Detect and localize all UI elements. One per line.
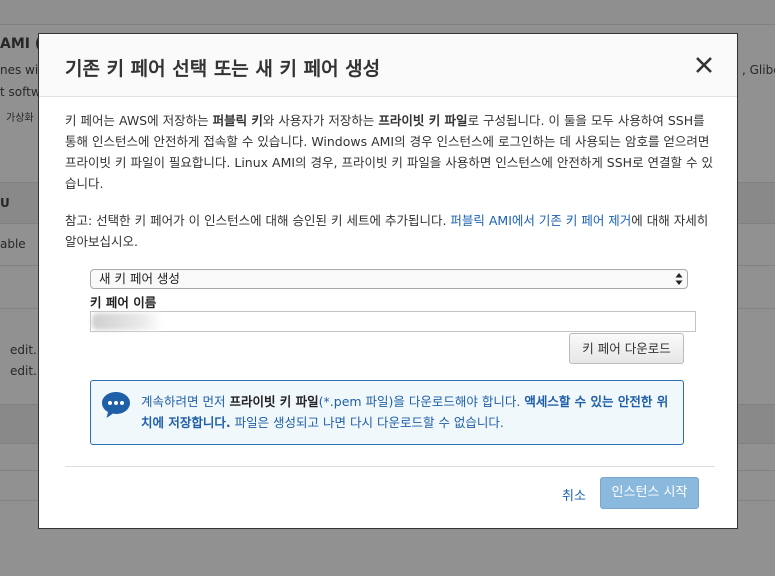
key-pair-name-input[interactable] <box>90 311 696 332</box>
bold-text: 프라이빗 키 파일 <box>229 394 319 409</box>
select-value: 새 키 페어 생성 <box>99 271 180 286</box>
key-pair-option-select[interactable]: 새 키 페어 생성 <box>90 269 688 289</box>
intro-paragraph: 키 페어는 AWS에 저장하는 퍼블릭 키와 사용자가 저장하는 프라이빗 키 … <box>65 110 715 194</box>
text: 키 페어는 AWS에 저장하는 <box>65 113 213 128</box>
close-button[interactable] <box>693 54 715 76</box>
note-paragraph: 참고: 선택한 키 페어가 이 인스턴스에 대해 승인된 키 세트에 추가됩니다… <box>65 210 715 252</box>
close-icon <box>696 57 712 73</box>
text: 와 사용자가 저장하는 <box>262 113 379 128</box>
modal-title: 기존 키 페어 선택 또는 새 키 페어 생성 <box>65 58 381 80</box>
key-pair-modal: 기존 키 페어 선택 또는 새 키 페어 생성 키 페어는 AWS에 저장하는 … <box>38 33 738 529</box>
footer-divider <box>65 466 715 467</box>
redacted-value <box>92 313 162 330</box>
remove-key-pair-link[interactable]: 퍼블릭 AMI에서 기존 키 페어 제거 <box>450 213 631 228</box>
download-key-pair-button[interactable]: 키 페어 다운로드 <box>569 333 684 364</box>
text: (*.pem 파일)을 다운로드해야 합니다. <box>318 394 525 409</box>
text: 계속하려면 먼저 <box>141 394 230 409</box>
bold-text: 퍼블릭 키 <box>212 113 263 128</box>
text: 참고: 선택한 키 페어가 이 인스턴스에 대해 승인된 키 세트에 추가됩니다… <box>65 213 451 228</box>
info-alert: 계속하려면 먼저 프라이빗 키 파일(*.pem 파일)을 다운로드해야 합니다… <box>90 380 684 445</box>
launch-instance-button[interactable]: 인스턴스 시작 <box>600 477 699 509</box>
info-text: 계속하려면 먼저 프라이빗 키 파일(*.pem 파일)을 다운로드해야 합니다… <box>141 391 676 433</box>
bold-text: 프라이빗 키 파일 <box>378 113 468 128</box>
text: 파일은 생성되고 나면 다시 다운로드할 수 없습니다. <box>230 415 504 430</box>
cancel-link[interactable]: 취소 <box>562 485 586 504</box>
key-pair-name-label: 키 페어 이름 <box>90 295 157 310</box>
modal-header: 기존 키 페어 선택 또는 새 키 페어 생성 <box>39 34 737 97</box>
chat-bubble-icon <box>102 392 130 418</box>
modal-body: 키 페어는 AWS에 저장하는 퍼블릭 키와 사용자가 저장하는 프라이빗 키 … <box>65 110 715 252</box>
select-arrows-icon <box>675 273 683 285</box>
